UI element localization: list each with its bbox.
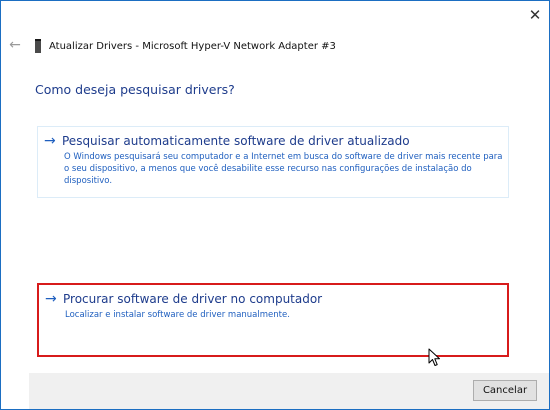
- dialog-footer: Cancelar: [29, 373, 549, 409]
- cancel-button[interactable]: Cancelar: [473, 380, 537, 401]
- browse-computer-option[interactable]: → Procurar software de driver no computa…: [37, 283, 509, 357]
- network-adapter-icon: [35, 39, 41, 53]
- close-button[interactable]: ✕: [527, 7, 543, 23]
- dialog-title: Atualizar Drivers - Microsoft Hyper-V Ne…: [49, 40, 336, 52]
- option-description: O Windows pesquisará seu computador e a …: [64, 152, 503, 186]
- page-heading: Como deseja pesquisar drivers?: [35, 82, 235, 97]
- mouse-cursor-icon: [428, 348, 440, 366]
- back-arrow-icon: ←: [9, 37, 21, 53]
- back-button[interactable]: ←: [7, 37, 23, 53]
- search-automatically-option[interactable]: → Pesquisar automaticamente software de …: [37, 126, 509, 198]
- option-title: Procurar software de driver no computado…: [63, 292, 323, 306]
- option-description: Localizar e instalar software de driver …: [65, 310, 290, 320]
- dialog-header: Atualizar Drivers - Microsoft Hyper-V Ne…: [35, 39, 336, 53]
- close-icon: ✕: [528, 6, 542, 24]
- arrow-right-icon: →: [44, 133, 56, 149]
- update-drivers-dialog: ✕ ← Atualizar Drivers - Microsoft Hyper-…: [0, 0, 550, 410]
- arrow-right-icon: →: [45, 291, 57, 307]
- option-title: Pesquisar automaticamente software de dr…: [62, 134, 410, 148]
